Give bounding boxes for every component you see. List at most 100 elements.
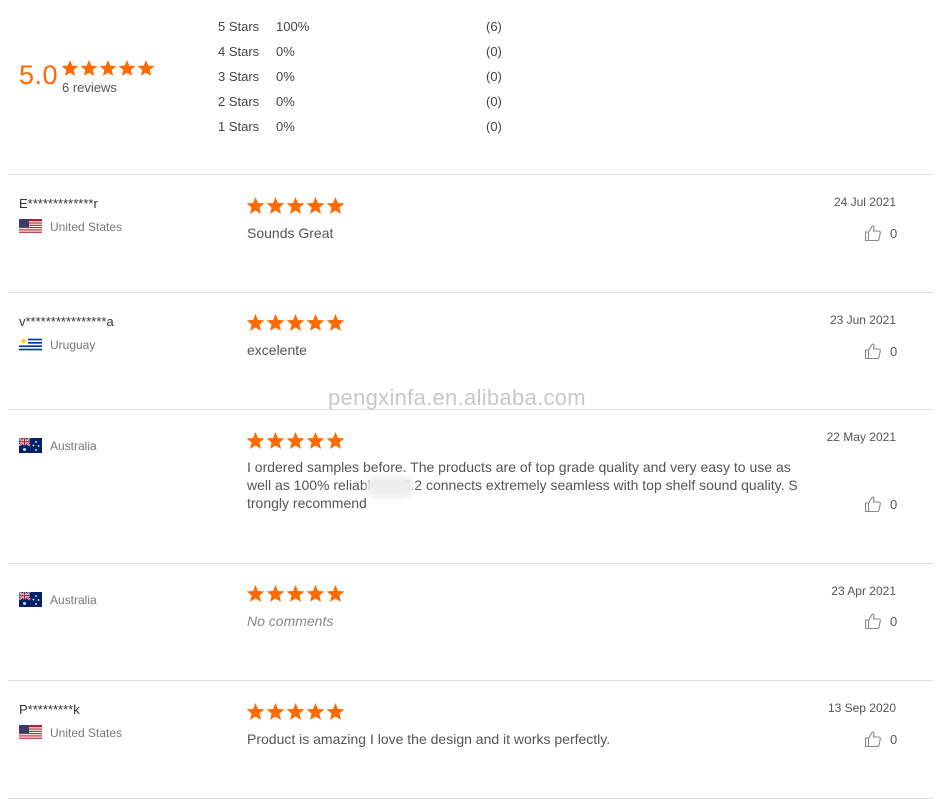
like-count: 0 <box>890 613 898 629</box>
reviews-count: 6 reviews <box>62 80 117 95</box>
like-count: 0 <box>890 225 898 241</box>
star-icon <box>246 703 265 720</box>
rating-summary: 5.0 6 reviews 5 Stars 100% (6) 4 Stars 0… <box>0 0 941 174</box>
distribution-percent: 0% <box>276 119 295 134</box>
star-icon <box>266 432 285 449</box>
review-stars <box>246 197 345 215</box>
star-icon <box>266 585 285 602</box>
review-text: No comments <box>247 613 334 629</box>
review-stars <box>246 585 345 603</box>
review-stars <box>246 432 345 450</box>
star-icon <box>286 585 305 602</box>
star-icon <box>286 197 305 214</box>
star-icon <box>266 703 285 720</box>
like-button[interactable]: 0 <box>864 342 897 360</box>
like-button[interactable]: 0 <box>864 495 897 513</box>
distribution-percent: 0% <box>276 94 295 109</box>
star-icon <box>306 432 325 449</box>
uruguay-flag-icon <box>19 337 42 352</box>
country-name: Uruguay <box>50 337 96 352</box>
distribution-percent: 0% <box>276 44 295 59</box>
star-icon <box>246 432 265 449</box>
average-rating: 5.0 <box>19 60 59 90</box>
star-icon <box>137 60 155 76</box>
star-icon <box>118 60 136 76</box>
star-icon <box>266 197 285 214</box>
review-item: E*************r United States Sounds Gre… <box>0 175 941 292</box>
distribution-count: (0) <box>486 44 502 59</box>
review-item: Australia No comments 23 Apr 2021 0 <box>0 564 941 680</box>
distribution-label: 4 Stars <box>218 44 260 59</box>
review-text: excelente <box>247 342 307 358</box>
star-icon <box>326 197 345 214</box>
australia-flag-icon <box>19 438 42 453</box>
country-name: Australia <box>50 438 97 453</box>
country-name: United States <box>50 219 123 234</box>
star-icon <box>286 432 305 449</box>
review-date: 22 May 2021 <box>826 430 896 444</box>
distribution-count: (0) <box>486 119 502 134</box>
country-name: United States <box>50 725 123 740</box>
reviewer-name: v****************a <box>19 314 114 329</box>
reviewer-country: Australia <box>19 592 97 607</box>
country-name: Australia <box>50 592 97 607</box>
review-text: Sounds Great <box>247 225 334 241</box>
like-button[interactable]: 0 <box>864 612 897 630</box>
distribution-count: (0) <box>486 94 502 109</box>
reviewer-name: P*********k <box>19 702 80 717</box>
star-icon <box>61 60 79 76</box>
like-count: 0 <box>890 343 898 359</box>
review-item: P*********k United States Product is ama… <box>0 681 941 798</box>
review-text: Product is amazing I love the design and… <box>247 731 611 747</box>
blurred-region <box>366 476 414 498</box>
star-icon <box>99 60 117 76</box>
review-text: I ordered samples before. The products a… <box>247 459 798 511</box>
reviewer-country: Australia <box>19 438 97 453</box>
thumbs-up-icon <box>864 225 881 242</box>
star-icon <box>286 703 305 720</box>
distribution-count: (6) <box>486 19 502 34</box>
star-icon <box>306 585 325 602</box>
review-date: 13 Sep 2020 <box>827 701 896 715</box>
star-icon <box>306 703 325 720</box>
distribution-label: 5 Stars <box>218 19 260 34</box>
review-date: 23 Jun 2021 <box>829 313 896 327</box>
us-flag-icon <box>19 219 42 234</box>
like-count: 0 <box>890 731 898 747</box>
review-item: Australia I ordered samples before. The … <box>0 410 941 563</box>
distribution-label: 3 Stars <box>218 69 260 84</box>
watermark: pengxinfa.en.alibaba.com <box>328 385 586 410</box>
star-icon <box>246 197 265 214</box>
thumbs-up-icon <box>864 731 881 748</box>
distribution-label: 2 Stars <box>218 94 260 109</box>
reviewer-name: E*************r <box>19 196 98 211</box>
review-stars <box>246 703 345 721</box>
star-icon <box>326 703 345 720</box>
thumbs-up-icon <box>864 343 881 360</box>
reviewer-country: United States <box>19 219 122 234</box>
distribution-percent: 100% <box>276 19 310 34</box>
star-icon <box>286 314 305 331</box>
star-icon <box>326 432 345 449</box>
star-icon <box>246 314 265 331</box>
star-icon <box>266 314 285 331</box>
like-button[interactable]: 0 <box>864 730 897 748</box>
thumbs-up-icon <box>864 496 881 513</box>
like-button[interactable]: 0 <box>864 224 897 242</box>
australia-flag-icon <box>19 592 42 607</box>
distribution-label: 1 Stars <box>218 119 260 134</box>
review-date: 23 Apr 2021 <box>831 584 896 598</box>
us-flag-icon <box>19 725 42 740</box>
star-icon <box>326 585 345 602</box>
reviewer-country: United States <box>19 725 122 740</box>
distribution-percent: 0% <box>276 69 295 84</box>
star-icon <box>306 314 325 331</box>
star-icon <box>80 60 98 76</box>
star-icon <box>246 585 265 602</box>
review-stars <box>246 314 345 332</box>
star-icon <box>306 197 325 214</box>
like-count: 0 <box>890 496 898 512</box>
reviewer-country: Uruguay <box>19 337 95 352</box>
distribution-count: (0) <box>486 69 502 84</box>
review-date: 24 Jul 2021 <box>833 195 896 209</box>
